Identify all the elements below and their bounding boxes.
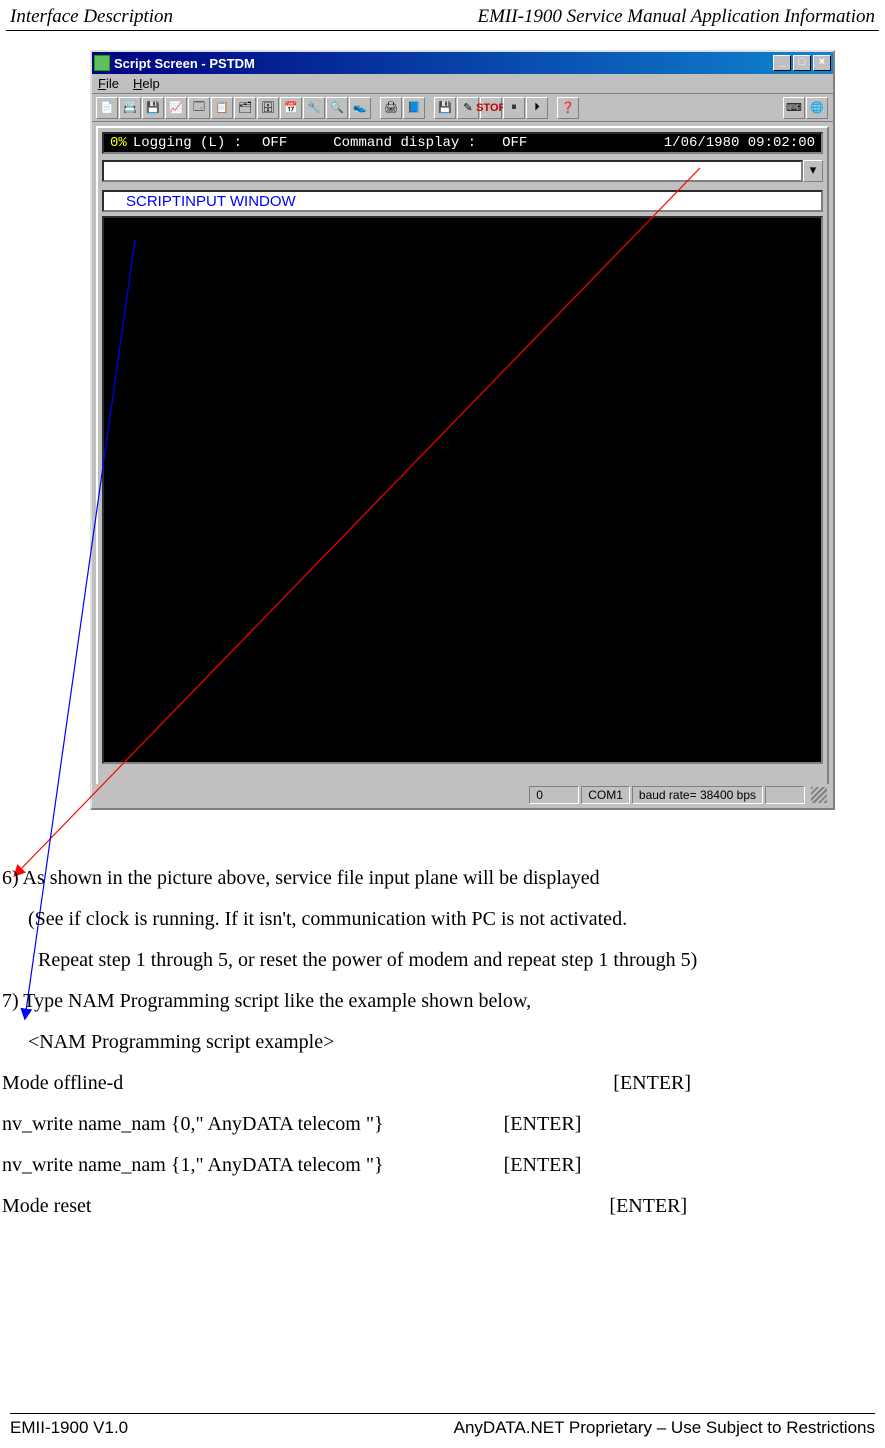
enter-key-label: [ENTER] [504,1104,582,1145]
tb-play-icon[interactable]: ⏵ [526,97,548,119]
enter-key-label: [ENTER] [504,1145,582,1186]
statusbar-pane-empty [765,786,805,804]
tb-globe-icon[interactable]: 🌐 [806,97,828,119]
line-7a: <NAM Programming script example> [2,1022,875,1063]
page-footer: EMII-1900 V1.0 AnyDATA.NET Proprietary –… [0,1413,885,1438]
tb-disk-icon[interactable]: 💾 [434,97,456,119]
window-buttons: _ □ × [773,55,831,71]
client-area: 0% Logging (L) : OFF Command display : O… [96,126,829,798]
statusbar: 0 COM1 baud rate= 38400 bps [94,784,831,806]
menu-file[interactable]: File [98,76,119,91]
menubar: File Help [92,74,833,94]
tb-db-icon[interactable]: 🗄 [257,97,279,119]
statusbar-pane-baud: baud rate= 38400 bps [632,786,763,804]
tb-chart-icon[interactable]: 📈 [165,97,187,119]
tb-help-icon[interactable]: ❓ [557,97,579,119]
script-command-row: Mode offline-d[ENTER] [2,1063,875,1104]
header-right: EMII-1900 Service Manual Application Inf… [477,6,875,28]
script-command: Mode reset [2,1186,609,1227]
script-command-row: nv_write name_nam {1," AnyDATA telecom "… [2,1145,875,1186]
tb-book-icon[interactable]: 📘 [403,97,425,119]
page-header: Interface Description EMII-1900 Service … [0,0,885,30]
header-left: Interface Description [10,6,173,28]
close-button[interactable]: × [813,55,831,71]
tb-stop-icon[interactable]: STOP [480,97,502,119]
terminal-output[interactable] [102,216,823,764]
menu-help[interactable]: Help [133,76,160,91]
app-icon [94,55,110,71]
window-title: Script Screen - PSTDM [114,56,773,71]
statusbar-pane-port: COM1 [581,786,630,804]
tb-note-icon[interactable]: 📋 [211,97,233,119]
tb-save-icon[interactable]: 💾 [142,97,164,119]
status-strip: 0% Logging (L) : OFF Command display : O… [102,132,823,154]
statusbar-pane-count: 0 [529,786,579,804]
script-command: nv_write name_nam {0," AnyDATA telecom "… [2,1104,504,1145]
app-window: Script Screen - PSTDM _ □ × File Help 📄 … [90,50,835,810]
logging-label: Logging (L) : [133,135,242,151]
command-combo-row: ▾ [102,160,823,182]
tb-doc-icon[interactable]: 📄 [96,97,118,119]
tb-search-icon[interactable]: 🔍 [326,97,348,119]
footer-right: AnyDATA.NET Proprietary – Use Subject to… [454,1418,875,1438]
tb-card-icon[interactable]: 📇 [119,97,141,119]
percent-value: 0% [110,135,127,151]
tb-folder-icon[interactable]: 🗂 [234,97,256,119]
script-command-row: Mode reset[ENTER] [2,1186,875,1227]
clock-value: 1/06/1980 09:02:00 [664,135,815,151]
tb-keyboard-icon[interactable]: ⌨ [783,97,805,119]
script-command-row: nv_write name_nam {0," AnyDATA telecom "… [2,1104,875,1145]
cmd-display-value: OFF [502,135,527,151]
minimize-button[interactable]: _ [773,55,791,71]
toolbar: 📄 📇 💾 📈 🗔 📋 🗂 🗄 📅 🔧 🔍 👟 🖨 📘 💾 ✎ STOP ⏸ ⏵… [92,94,833,122]
tb-print-icon[interactable]: 🖨 [380,97,402,119]
enter-key-label: [ENTER] [613,1063,691,1104]
tb-tools-icon[interactable]: 🔧 [303,97,325,119]
script-command: Mode offline-d [2,1063,613,1104]
tb-pause-icon[interactable]: ⏸ [503,97,525,119]
script-input-text: SCRIPTINPUT WINDOW [126,193,296,210]
titlebar: Script Screen - PSTDM _ □ × [92,52,833,74]
script-input-label[interactable]: SCRIPTINPUT WINDOW [102,190,823,212]
line-6b: Repeat step 1 through 5, or reset the po… [2,940,875,981]
line-6a: (See if clock is running. If it isn't, c… [2,899,875,940]
combo-dropdown-button[interactable]: ▾ [803,160,823,182]
tb-cal-icon[interactable]: 📅 [280,97,302,119]
cmd-display-label: Command display : [333,135,476,151]
line-7: 7) Type NAM Programming script like the … [2,981,875,1022]
header-rule [6,30,879,31]
logging-value: OFF [262,135,287,151]
line-6: 6) As shown in the picture above, servic… [2,858,875,899]
footer-rule [10,1413,875,1414]
footer-left: EMII-1900 V1.0 [10,1418,128,1438]
resize-grip-icon[interactable] [811,787,827,803]
body-text: 6) As shown in the picture above, servic… [2,858,875,1227]
command-input[interactable] [102,160,803,182]
tb-run-icon[interactable]: 👟 [349,97,371,119]
enter-key-label: [ENTER] [609,1186,687,1227]
script-command: nv_write name_nam {1," AnyDATA telecom "… [2,1145,504,1186]
maximize-button[interactable]: □ [793,55,811,71]
tb-window-icon[interactable]: 🗔 [188,97,210,119]
